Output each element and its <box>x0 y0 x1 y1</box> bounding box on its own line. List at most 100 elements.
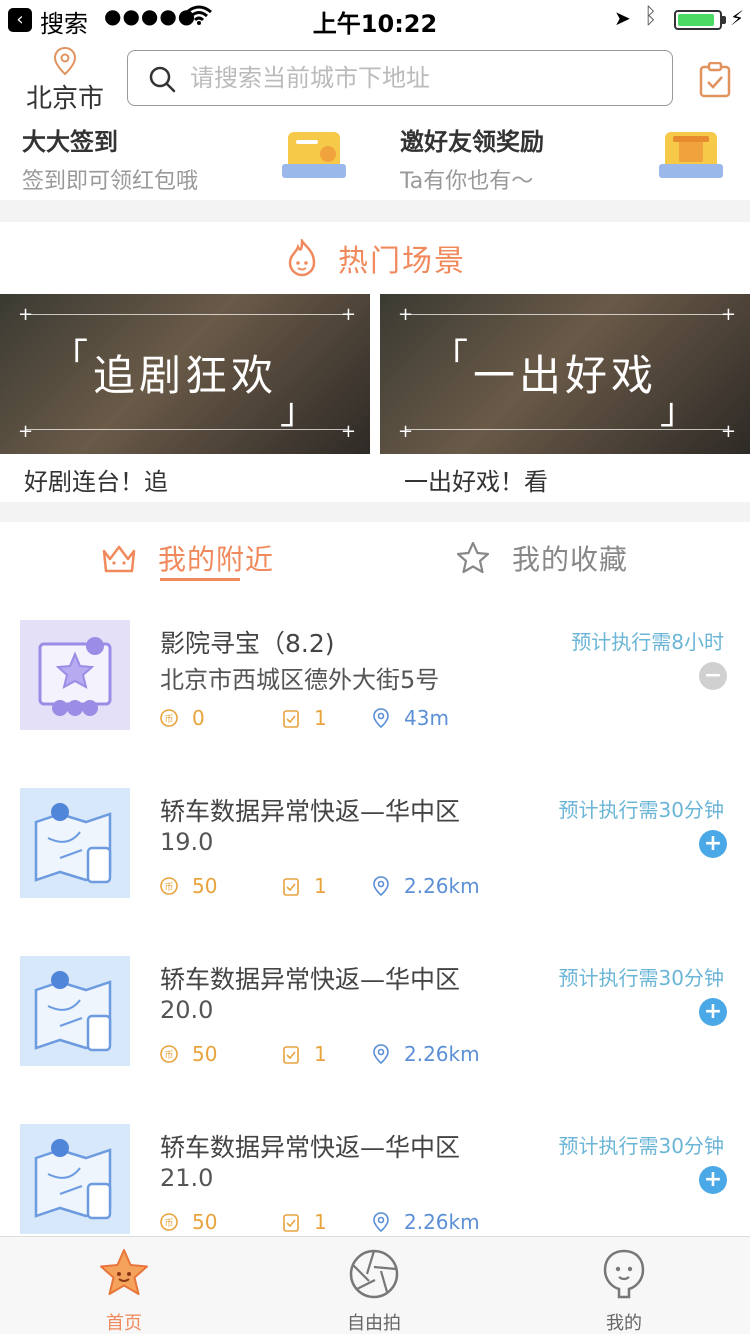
coin-icon: 币 <box>160 877 178 895</box>
task-title: 影院寻宝（8.2) <box>160 629 335 658</box>
add-button[interactable]: + <box>699 998 727 1026</box>
coin-reward: 币 50 <box>160 874 217 898</box>
task-eta: 预计执行需30分钟 <box>558 1134 724 1158</box>
corner-plus-icon: + <box>398 304 414 325</box>
search-box[interactable] <box>127 50 673 106</box>
promo-subtitle: Ta有你也有～ <box>400 169 534 194</box>
map-phone-thumbnail <box>20 1124 130 1234</box>
battery-fill <box>678 14 714 26</box>
aperture-icon <box>349 1249 399 1299</box>
task-count: 1 <box>282 1210 327 1234</box>
task-distance: 2.26km <box>372 1210 480 1234</box>
invite-badge-icon[interactable] <box>655 126 727 184</box>
corner-plus-icon: + <box>720 304 736 325</box>
coin-value: 50 <box>192 1042 218 1066</box>
promo-subtitle: 签到即可领红包哦 <box>22 169 199 194</box>
task-title: 轿车数据异常快返—华中区 <box>160 1133 461 1162</box>
promo-checkin[interactable]: 大大签到 签到即可领红包哦 <box>22 122 198 195</box>
count-value: 1 <box>314 706 327 730</box>
add-button[interactable]: + <box>699 1166 727 1194</box>
coin-reward: 币 50 <box>160 1042 217 1066</box>
clipboard-check-icon[interactable] <box>698 62 732 98</box>
corner-plus-icon: + <box>340 304 356 325</box>
bluetooth-icon: ᛒ <box>644 4 658 29</box>
nav-label: 我的 <box>606 1313 642 1334</box>
task-eta: 预计执行需30分钟 <box>558 966 724 990</box>
task-title: 轿车数据异常快返—华中区 <box>160 965 461 994</box>
remove-button[interactable]: − <box>699 662 727 690</box>
quote-close-icon: 」 <box>279 391 316 432</box>
list-item[interactable]: 影院寻宝（8.2) 北京市西城区德外大街5号 预计执行需8小时 − 币0 1 4… <box>0 620 750 788</box>
task-count: 1 <box>282 874 327 898</box>
promo-title: 大大签到 <box>22 128 118 156</box>
coin-icon: 币 <box>160 1045 178 1063</box>
promo-title: 邀好友领奖励 <box>400 128 544 156</box>
coin-reward: 币0 <box>160 706 205 730</box>
flame-icon <box>288 239 316 277</box>
star-outline-icon <box>456 541 490 574</box>
scene-card-binge[interactable]: + + + + 「 追剧狂欢 」 <box>0 294 370 454</box>
search-input[interactable] <box>190 61 650 95</box>
coin-value: 0 <box>192 706 205 730</box>
distance-value: 43m <box>404 706 449 730</box>
map-phone-thumbnail <box>20 956 130 1066</box>
scene-caption: 好剧连台！追 <box>24 468 168 496</box>
nav-label: 自由拍 <box>347 1313 401 1334</box>
bottom-nav: 首页 自由拍 我的 <box>0 1236 750 1334</box>
task-distance: 43m <box>372 706 449 730</box>
task-eta: 预计执行需8小时 <box>571 630 724 654</box>
coin-icon: 币 <box>160 1213 178 1231</box>
charging-bolt-icon: ⚡ <box>730 6 745 30</box>
task-subtitle: 19.0 <box>160 828 214 856</box>
nav-free-shoot[interactable]: 自由拍 <box>304 1247 444 1334</box>
corner-plus-icon: + <box>340 421 356 442</box>
star-face-icon <box>100 1249 148 1295</box>
location-pin-icon <box>373 708 389 728</box>
promo-invite[interactable]: 邀好友领奖励 Ta有你也有～ <box>400 122 544 195</box>
list-item[interactable]: 轿车数据异常快返—华中区 20.0 预计执行需30分钟 + 币 50 1 2.26… <box>0 956 750 1124</box>
corner-plus-icon: + <box>720 421 736 442</box>
svg-text:币: 币 <box>164 1050 173 1061</box>
tab-label: 我的附近 <box>158 543 275 576</box>
tab-nearby[interactable]: 我的附近 <box>100 538 274 578</box>
task-distance: 2.26km <box>372 874 480 898</box>
scene-card-drama[interactable]: + + + + 「 一出好戏 」 <box>380 294 750 454</box>
count-value: 1 <box>314 874 327 898</box>
crown-face-icon <box>102 545 136 573</box>
list-item[interactable]: 轿车数据异常快返—华中区 19.0 预计执行需30分钟 + 币 50 1 2.26… <box>0 788 750 956</box>
search-icon <box>149 66 176 93</box>
header: 北京市 <box>0 40 750 120</box>
battery-icon <box>674 10 722 30</box>
count-value: 1 <box>314 1210 327 1234</box>
clock: 上午10:22 <box>312 10 438 38</box>
location-pin-icon <box>373 876 389 896</box>
quote-close-icon: 」 <box>659 391 696 432</box>
nav-home[interactable]: 首页 <box>54 1247 194 1334</box>
tab-favorites[interactable]: 我的收藏 <box>454 538 628 578</box>
task-distance: 2.26km <box>372 1042 480 1066</box>
task-subtitle: 20.0 <box>160 996 214 1024</box>
list-tabs: 我的附近 我的收藏 <box>0 522 750 600</box>
add-button[interactable]: + <box>699 830 727 858</box>
checkin-badge-icon[interactable] <box>278 126 350 184</box>
section-divider <box>0 200 750 222</box>
svg-text:币: 币 <box>164 714 173 725</box>
location-pin-icon <box>373 1212 389 1232</box>
corner-plus-icon: + <box>398 421 414 442</box>
promo-row: 大大签到 签到即可领红包哦 邀好友领奖励 Ta有你也有～ <box>0 120 750 200</box>
clipboard-icon <box>283 1046 299 1064</box>
hot-scenes-title: 热门场景 <box>338 244 466 279</box>
nav-label: 首页 <box>106 1313 142 1334</box>
count-value: 1 <box>314 1042 327 1066</box>
svg-text:币: 币 <box>164 1218 173 1229</box>
task-title: 轿车数据异常快返—华中区 <box>160 797 461 826</box>
coin-icon: 币 <box>160 709 178 727</box>
scene-caption: 一出好戏！看 <box>404 468 548 496</box>
profile-face-icon <box>603 1249 645 1299</box>
cinema-treasure-thumbnail <box>20 620 130 730</box>
svg-text:币: 币 <box>164 882 173 893</box>
city-selector[interactable]: 北京市 <box>20 46 110 115</box>
active-tab-underline <box>160 578 240 581</box>
clipboard-icon <box>283 878 299 896</box>
nav-profile[interactable]: 我的 <box>554 1247 694 1334</box>
